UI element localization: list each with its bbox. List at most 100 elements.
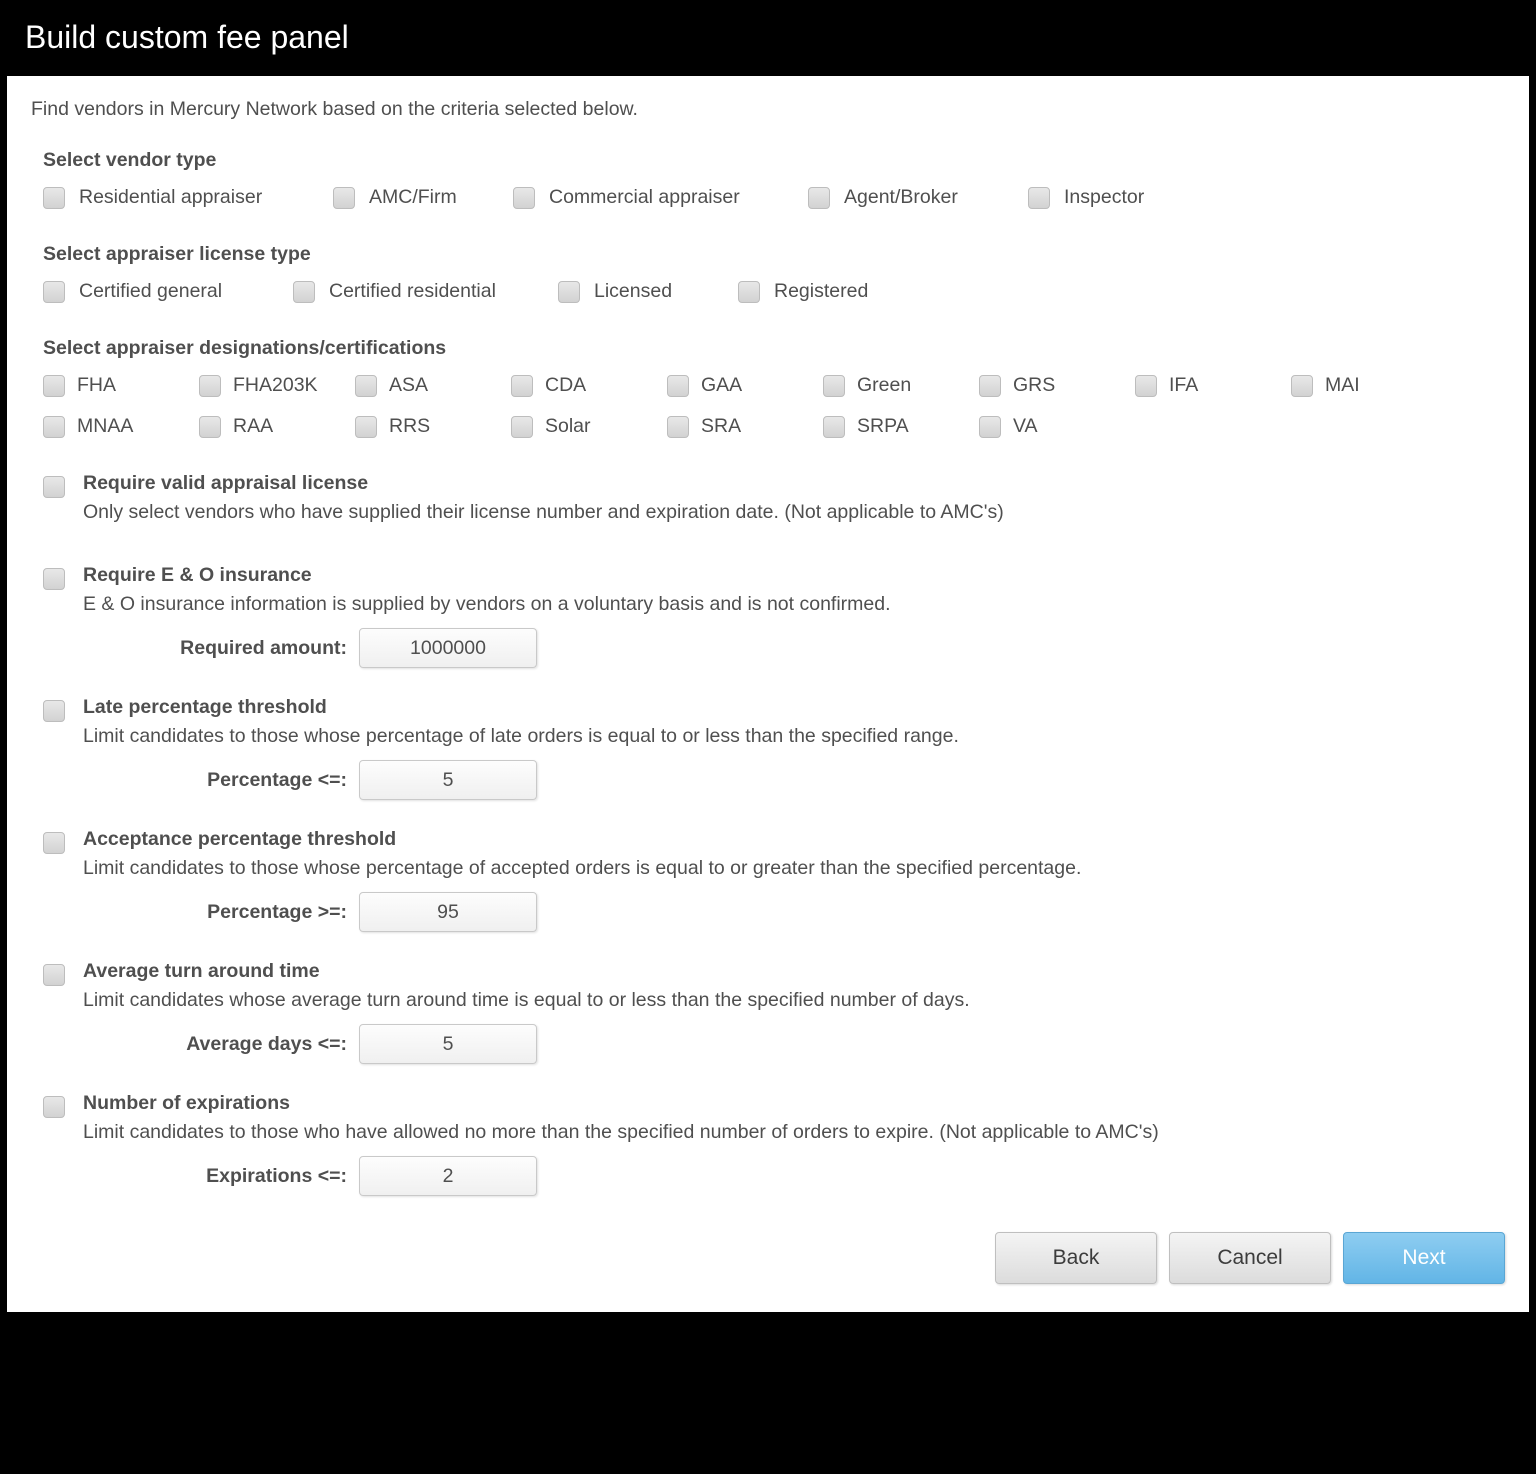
checkbox-label: MNAA: [77, 415, 133, 438]
checkbox-label: ASA: [389, 374, 428, 397]
require-eo-block: Require E & O insurance E & O insurance …: [43, 564, 1505, 668]
designation-option: RRS: [355, 415, 511, 438]
checkbox[interactable]: [558, 281, 580, 303]
checkbox[interactable]: [808, 187, 830, 209]
checkbox[interactable]: [1291, 375, 1313, 397]
late-percentage-block: Late percentage threshold Limit candidat…: [43, 696, 1505, 800]
license-type-heading: Select appraiser license type: [43, 243, 1505, 266]
expirations-block: Number of expirations Limit candidates t…: [43, 1092, 1505, 1196]
acceptance-percentage-input[interactable]: [359, 892, 537, 932]
checkbox[interactable]: [199, 375, 221, 397]
vendor-type-option: Inspector: [1028, 186, 1208, 209]
option-description: Limit candidates whose average turn arou…: [83, 989, 1505, 1012]
checkbox[interactable]: [43, 281, 65, 303]
checkbox-label: Licensed: [594, 280, 672, 303]
designation-option: RAA: [199, 415, 355, 438]
option-title: Require E & O insurance: [83, 564, 1505, 587]
expirations-input[interactable]: [359, 1156, 537, 1196]
checkbox[interactable]: [43, 568, 65, 590]
checkbox[interactable]: [43, 476, 65, 498]
designation-option: GAA: [667, 374, 823, 397]
cancel-button[interactable]: Cancel: [1169, 1232, 1331, 1284]
checkbox-label: FHA203K: [233, 374, 318, 397]
designation-option: SRA: [667, 415, 823, 438]
vendor-type-option: Residential appraiser: [43, 186, 333, 209]
checkbox[interactable]: [823, 416, 845, 438]
average-turnaround-block: Average turn around time Limit candidate…: [43, 960, 1505, 1064]
next-button[interactable]: Next: [1343, 1232, 1505, 1284]
checkbox[interactable]: [1135, 375, 1157, 397]
option-title: Late percentage threshold: [83, 696, 1505, 719]
dialog-title: Build custom fee panel: [25, 19, 349, 55]
vendor-type-heading: Select vendor type: [43, 149, 1505, 172]
checkbox-label: RAA: [233, 415, 273, 438]
checkbox[interactable]: [333, 187, 355, 209]
checkbox-label: GAA: [701, 374, 742, 397]
checkbox[interactable]: [355, 375, 377, 397]
expirations-label: Expirations <=:: [83, 1165, 359, 1188]
checkbox[interactable]: [293, 281, 315, 303]
checkbox-label: CDA: [545, 374, 586, 397]
checkbox-label: Solar: [545, 415, 591, 438]
designation-option: ASA: [355, 374, 511, 397]
checkbox[interactable]: [1028, 187, 1050, 209]
checkbox[interactable]: [979, 416, 1001, 438]
checkbox[interactable]: [513, 187, 535, 209]
checkbox-label: SRPA: [857, 415, 909, 438]
checkbox-label: Green: [857, 374, 911, 397]
vendor-type-row: Residential appraiser AMC/Firm Commercia…: [43, 186, 1505, 209]
designation-option: FHA203K: [199, 374, 355, 397]
checkbox[interactable]: [43, 187, 65, 209]
checkbox-label: FHA: [77, 374, 116, 397]
late-percentage-label: Percentage <=:: [83, 769, 359, 792]
checkbox[interactable]: [511, 375, 533, 397]
option-title: Number of expirations: [83, 1092, 1505, 1115]
designation-option: SRPA: [823, 415, 979, 438]
checkbox-label: Certified general: [79, 280, 222, 303]
license-type-row: Certified general Certified residential …: [43, 280, 1505, 303]
license-type-option: Registered: [738, 280, 918, 303]
checkbox[interactable]: [43, 964, 65, 986]
dialog: Build custom fee panel Find vendors in M…: [6, 6, 1530, 1313]
designation-option: MAI: [1291, 374, 1447, 397]
checkbox-label: VA: [1013, 415, 1038, 438]
option-title: Acceptance percentage threshold: [83, 828, 1505, 851]
intro-text: Find vendors in Mercury Network based on…: [31, 98, 1505, 121]
checkbox[interactable]: [823, 375, 845, 397]
option-description: Only select vendors who have supplied th…: [83, 501, 1505, 524]
checkbox[interactable]: [43, 1096, 65, 1118]
vendor-type-option: AMC/Firm: [333, 186, 513, 209]
checkbox-label: Agent/Broker: [844, 186, 958, 209]
average-days-input[interactable]: [359, 1024, 537, 1064]
checkbox[interactable]: [43, 375, 65, 397]
checkbox[interactable]: [43, 832, 65, 854]
checkbox[interactable]: [667, 416, 689, 438]
checkbox[interactable]: [43, 416, 65, 438]
designation-option: FHA: [43, 374, 199, 397]
license-type-option: Licensed: [558, 280, 738, 303]
checkbox-label: Commercial appraiser: [549, 186, 740, 209]
designation-option: MNAA: [43, 415, 199, 438]
checkbox-label: Registered: [774, 280, 868, 303]
checkbox[interactable]: [355, 416, 377, 438]
checkbox[interactable]: [511, 416, 533, 438]
checkbox[interactable]: [667, 375, 689, 397]
checkbox-label: MAI: [1325, 374, 1360, 397]
back-button[interactable]: Back: [995, 1232, 1157, 1284]
designation-option: CDA: [511, 374, 667, 397]
checkbox-label: Inspector: [1064, 186, 1144, 209]
designation-option: Solar: [511, 415, 667, 438]
checkbox[interactable]: [43, 700, 65, 722]
acceptance-percentage-label: Percentage >=:: [83, 901, 359, 924]
checkbox-label: AMC/Firm: [369, 186, 457, 209]
checkbox[interactable]: [199, 416, 221, 438]
late-percentage-input[interactable]: [359, 760, 537, 800]
checkbox-label: RRS: [389, 415, 430, 438]
checkbox[interactable]: [738, 281, 760, 303]
checkbox[interactable]: [979, 375, 1001, 397]
license-type-option: Certified residential: [293, 280, 558, 303]
option-description: Limit candidates to those whose percenta…: [83, 857, 1505, 880]
required-amount-input[interactable]: [359, 628, 537, 668]
license-type-option: Certified general: [43, 280, 293, 303]
designation-option: Green: [823, 374, 979, 397]
